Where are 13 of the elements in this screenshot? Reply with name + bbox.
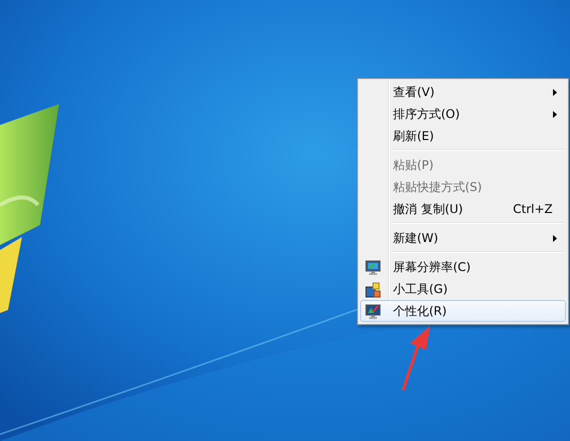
shortcut-label: Ctrl+Z	[513, 202, 553, 216]
menu-item[interactable]: 个性化(R)	[360, 300, 566, 322]
gadgets-icon	[365, 282, 381, 298]
monitor-icon	[365, 260, 381, 276]
personalize-icon	[365, 304, 381, 320]
menu-item[interactable]: 刷新(E)	[360, 125, 566, 147]
menu-item[interactable]: 小工具(G)	[360, 278, 566, 300]
menu-item[interactable]: 撤消 复制(U) Ctrl+Z	[360, 198, 566, 220]
menu-item[interactable]: 排序方式(O)	[360, 103, 566, 125]
menu-item[interactable]: 查看(V)	[360, 81, 566, 103]
menu-item[interactable]: 新建(W)	[360, 227, 566, 249]
annotation-arrow	[402, 326, 430, 390]
menu-item[interactable]: 屏幕分辨率(C)	[360, 256, 566, 278]
